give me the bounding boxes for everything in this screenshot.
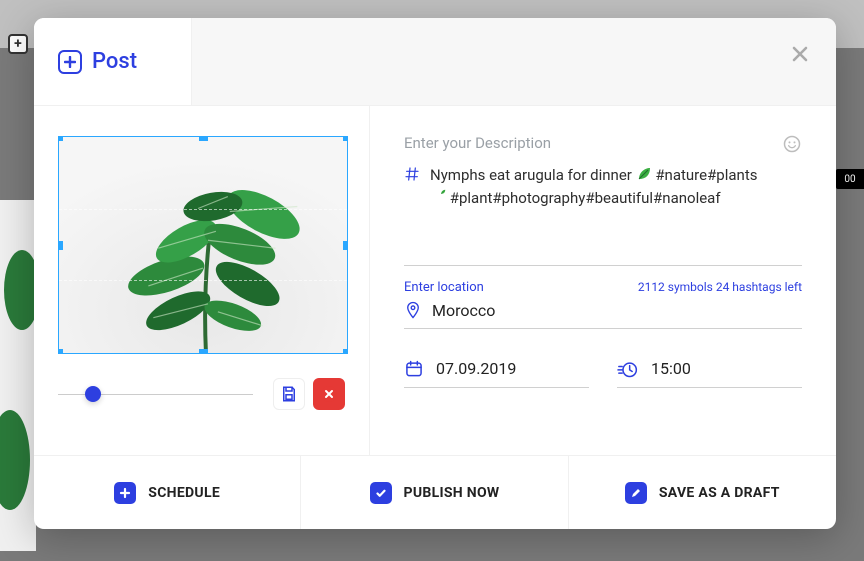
location-pin-icon bbox=[404, 301, 422, 319]
description-text[interactable]: Nymphs eat arugula for dinner #nature#pl… bbox=[430, 164, 757, 211]
post-image bbox=[59, 137, 347, 353]
crop-handle[interactable] bbox=[343, 241, 348, 250]
description-counter: 2112 symbols 24 hashtags left bbox=[638, 280, 802, 294]
bg-left-thumbnails bbox=[0, 200, 36, 551]
timer-icon bbox=[617, 359, 639, 379]
calendar-icon bbox=[404, 359, 424, 379]
bg-thumbnail-badge: 00 bbox=[836, 169, 864, 189]
description-header: Enter your Description bbox=[404, 134, 802, 154]
leaf-emoji-icon bbox=[430, 189, 446, 205]
schedule-button[interactable]: SCHEDULE bbox=[34, 456, 301, 529]
time-input[interactable]: 15:00 bbox=[617, 359, 802, 388]
save-draft-label: SAVE AS A DRAFT bbox=[659, 485, 780, 501]
tab-post[interactable]: Post bbox=[34, 18, 192, 105]
crop-handle[interactable] bbox=[58, 136, 63, 141]
check-icon bbox=[370, 482, 392, 504]
save-draft-button[interactable]: SAVE AS A DRAFT bbox=[569, 456, 836, 529]
crop-handle[interactable] bbox=[58, 349, 63, 354]
modal-header: Post bbox=[34, 18, 836, 106]
content-column: Enter your Description Nymphs eat arugul… bbox=[370, 106, 836, 455]
image-controls-row bbox=[58, 378, 345, 410]
crop-handle[interactable] bbox=[199, 136, 208, 141]
crop-handle[interactable] bbox=[199, 349, 208, 354]
zoom-slider-thumb[interactable] bbox=[85, 386, 101, 402]
location-label: Enter location bbox=[404, 280, 484, 295]
location-section: Enter location 2112 symbols 24 hashtags … bbox=[404, 280, 802, 329]
date-input[interactable]: 07.09.2019 bbox=[404, 359, 589, 388]
modal-body: Enter your Description Nymphs eat arugul… bbox=[34, 106, 836, 455]
location-input[interactable]: Morocco bbox=[404, 301, 802, 329]
emoji-picker-button[interactable] bbox=[782, 134, 802, 154]
close-button[interactable] bbox=[786, 40, 814, 68]
post-composer-modal: Post bbox=[34, 18, 836, 529]
save-crop-button[interactable] bbox=[273, 378, 305, 410]
description-body[interactable]: Nymphs eat arugula for dinner #nature#pl… bbox=[404, 164, 802, 211]
description-placeholder: Enter your Description bbox=[404, 134, 782, 152]
date-value: 07.09.2019 bbox=[436, 359, 516, 378]
tab-post-label: Post bbox=[92, 49, 137, 74]
header-spacer bbox=[192, 18, 836, 105]
description-underline bbox=[404, 265, 802, 266]
image-crop-area[interactable] bbox=[58, 136, 348, 354]
crop-handle[interactable] bbox=[58, 241, 63, 250]
plus-square-icon bbox=[58, 50, 82, 74]
image-editor-column bbox=[34, 106, 370, 455]
edit-icon bbox=[625, 482, 647, 504]
zoom-slider[interactable] bbox=[58, 384, 253, 404]
time-value: 15:00 bbox=[651, 359, 691, 378]
crop-handle[interactable] bbox=[343, 136, 348, 141]
publish-now-button[interactable]: PUBLISH NOW bbox=[301, 456, 568, 529]
crop-handle[interactable] bbox=[343, 349, 348, 354]
modal-footer: SCHEDULE PUBLISH NOW SAVE AS A DRAFT bbox=[34, 455, 836, 529]
leaf-emoji-icon bbox=[636, 166, 652, 182]
publish-now-label: PUBLISH NOW bbox=[404, 485, 500, 501]
datetime-row: 07.09.2019 15:00 bbox=[404, 359, 802, 388]
hashtag-icon bbox=[404, 166, 420, 182]
delete-image-button[interactable] bbox=[313, 378, 345, 410]
plus-icon bbox=[114, 482, 136, 504]
schedule-label: SCHEDULE bbox=[148, 485, 220, 501]
location-value: Morocco bbox=[432, 301, 495, 320]
bg-add-button[interactable]: + bbox=[8, 34, 28, 54]
